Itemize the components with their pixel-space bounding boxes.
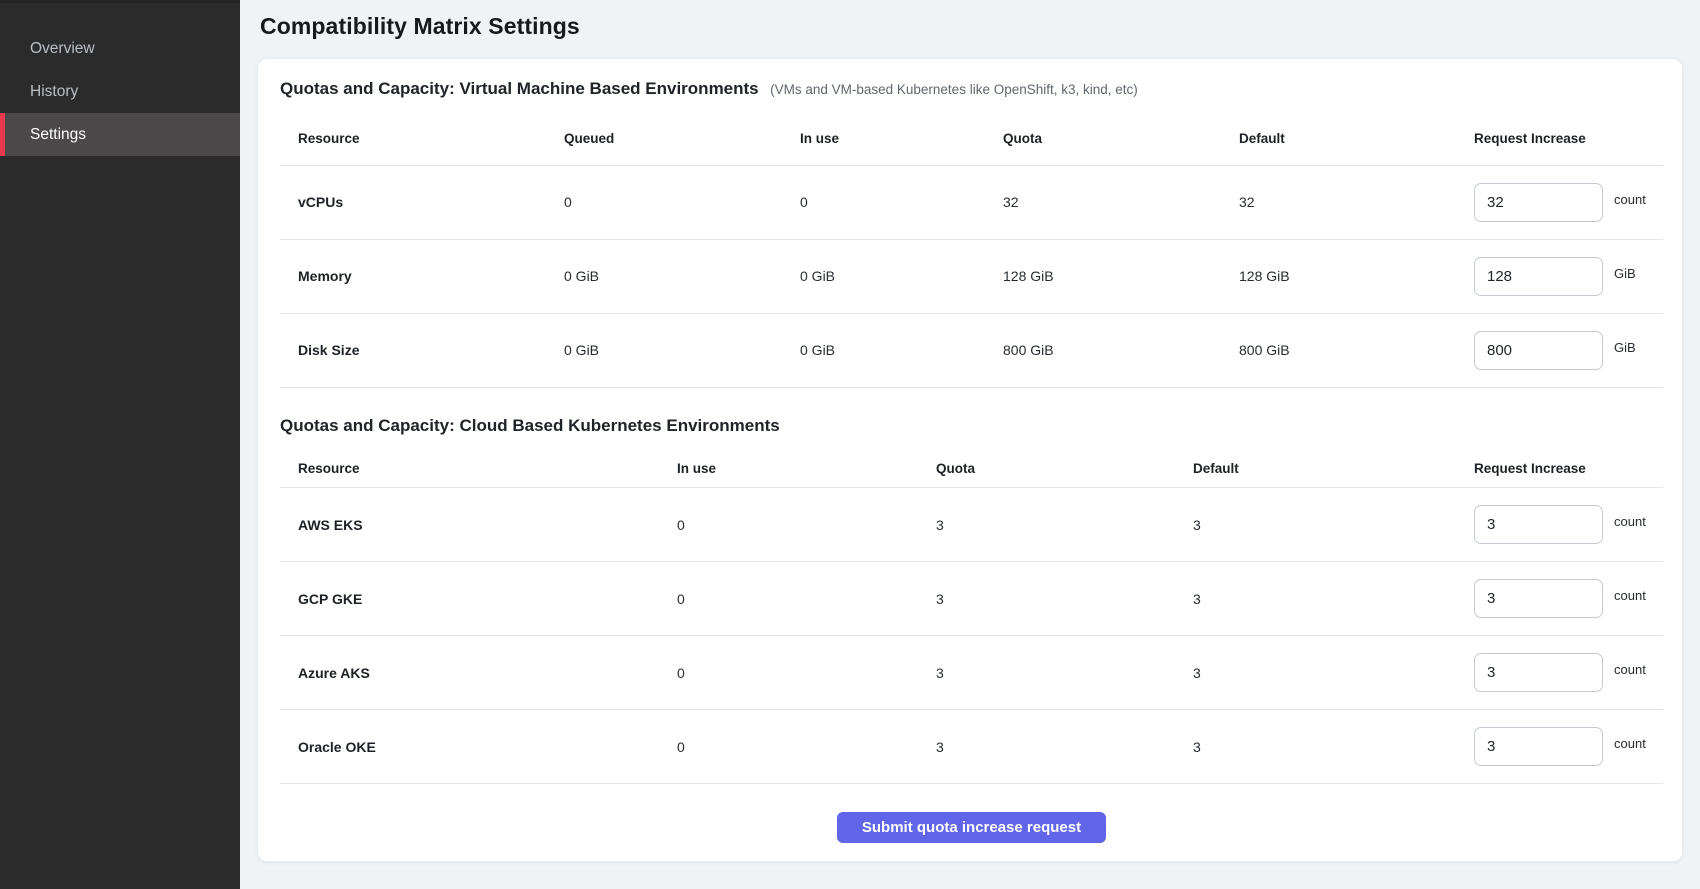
col-header-request-increase: Request Increase [1456,113,1663,165]
submit-quota-request-button[interactable]: Submit quota increase request [837,812,1106,843]
submit-button-row: Submit quota increase request [280,812,1663,843]
cell-default: 32 [1221,165,1456,239]
unit-label: count [1614,662,1646,677]
vm-quota-table: Resource Queued In use Quota Default Req… [280,113,1663,388]
col-header-in-use: In use [782,113,985,165]
vm-table-header-row: Resource Queued In use Quota Default Req… [280,113,1663,165]
cell-resource: AWS EKS [280,488,659,562]
cell-queued: 0 [546,165,782,239]
main-content: Compatibility Matrix Settings Quotas and… [240,0,1700,889]
cell-request-increase: count [1456,562,1663,636]
cell-request-increase: GiB [1456,313,1663,387]
unit-label: count [1614,192,1646,207]
unit-label: GiB [1614,340,1636,355]
request-increase-input-azure-aks[interactable] [1474,653,1603,692]
request-increase-input-vcpus[interactable] [1474,183,1603,222]
sidebar-nav: Overview History Settings [0,3,240,156]
unit-label: count [1614,588,1646,603]
request-increase-input-aws-eks[interactable] [1474,505,1603,544]
unit-label: count [1614,736,1646,751]
cell-default: 3 [1175,636,1456,710]
cell-quota: 3 [918,488,1175,562]
cell-request-increase: count [1456,165,1663,239]
cell-request-increase: count [1456,488,1663,562]
section-heading-cloud-text: Quotas and Capacity: Cloud Based Kuberne… [280,416,780,435]
cell-resource: Disk Size [280,313,546,387]
col-header-quota: Quota [985,113,1221,165]
table-row-memory: Memory 0 GiB 0 GiB 128 GiB 128 GiB GiB [280,239,1663,313]
cell-quota: 3 [918,636,1175,710]
sidebar-item-history[interactable]: History [0,70,240,113]
cell-default: 3 [1175,562,1456,636]
table-row-disk-size: Disk Size 0 GiB 0 GiB 800 GiB 800 GiB Gi… [280,313,1663,387]
cell-in-use: 0 [659,636,918,710]
cell-default: 3 [1175,488,1456,562]
cell-quota: 3 [918,710,1175,784]
table-row-aws-eks: AWS EKS 0 3 3 count [280,488,1663,562]
page-title: Compatibility Matrix Settings [260,13,1683,40]
cell-resource: Memory [280,239,546,313]
quotas-card: Quotas and Capacity: Virtual Machine Bas… [257,58,1683,862]
col-header-default: Default [1175,450,1456,488]
cloud-quota-table: Resource In use Quota Default Request In… [280,450,1663,785]
cell-quota: 3 [918,562,1175,636]
cell-default: 128 GiB [1221,239,1456,313]
cell-default: 3 [1175,710,1456,784]
cell-queued: 0 GiB [546,239,782,313]
cell-request-increase: count [1456,710,1663,784]
table-row-vcpus: vCPUs 0 0 32 32 count [280,165,1663,239]
col-header-in-use: In use [659,450,918,488]
cell-in-use: 0 GiB [782,239,985,313]
sidebar-item-overview[interactable]: Overview [0,27,240,70]
col-header-resource: Resource [280,113,546,165]
cell-quota: 800 GiB [985,313,1221,387]
cell-request-increase: count [1456,636,1663,710]
cell-in-use: 0 [659,488,918,562]
cell-in-use: 0 [782,165,985,239]
col-header-default: Default [1221,113,1456,165]
cell-in-use: 0 GiB [782,313,985,387]
section-heading-vm: Quotas and Capacity: Virtual Machine Bas… [280,79,1663,99]
sidebar-item-settings[interactable]: Settings [0,113,240,156]
request-increase-input-disk-size[interactable] [1474,331,1603,370]
app-window: Overview History Settings Compatibility … [0,0,1700,889]
col-header-resource: Resource [280,450,659,488]
section-heading-vm-note: (VMs and VM-based Kubernetes like OpenSh… [770,82,1138,97]
col-header-request-increase: Request Increase [1456,450,1663,488]
request-increase-input-memory[interactable] [1474,257,1603,296]
cell-resource: Azure AKS [280,636,659,710]
cell-in-use: 0 [659,562,918,636]
cell-quota: 128 GiB [985,239,1221,313]
cell-in-use: 0 [659,710,918,784]
col-header-queued: Queued [546,113,782,165]
cell-default: 800 GiB [1221,313,1456,387]
request-increase-input-gcp-gke[interactable] [1474,579,1603,618]
cell-resource: Oracle OKE [280,710,659,784]
cell-queued: 0 GiB [546,313,782,387]
sidebar: Overview History Settings [0,0,240,889]
cell-quota: 32 [985,165,1221,239]
cloud-table-header-row: Resource In use Quota Default Request In… [280,450,1663,488]
table-row-azure-aks: Azure AKS 0 3 3 count [280,636,1663,710]
section-heading-cloud: Quotas and Capacity: Cloud Based Kuberne… [280,416,1663,436]
cell-resource: vCPUs [280,165,546,239]
unit-label: GiB [1614,266,1636,281]
table-row-gcp-gke: GCP GKE 0 3 3 count [280,562,1663,636]
table-row-oracle-oke: Oracle OKE 0 3 3 count [280,710,1663,784]
section-heading-vm-text: Quotas and Capacity: Virtual Machine Bas… [280,79,759,98]
col-header-quota: Quota [918,450,1175,488]
unit-label: count [1614,514,1646,529]
cell-resource: GCP GKE [280,562,659,636]
request-increase-input-oracle-oke[interactable] [1474,727,1603,766]
cell-request-increase: GiB [1456,239,1663,313]
